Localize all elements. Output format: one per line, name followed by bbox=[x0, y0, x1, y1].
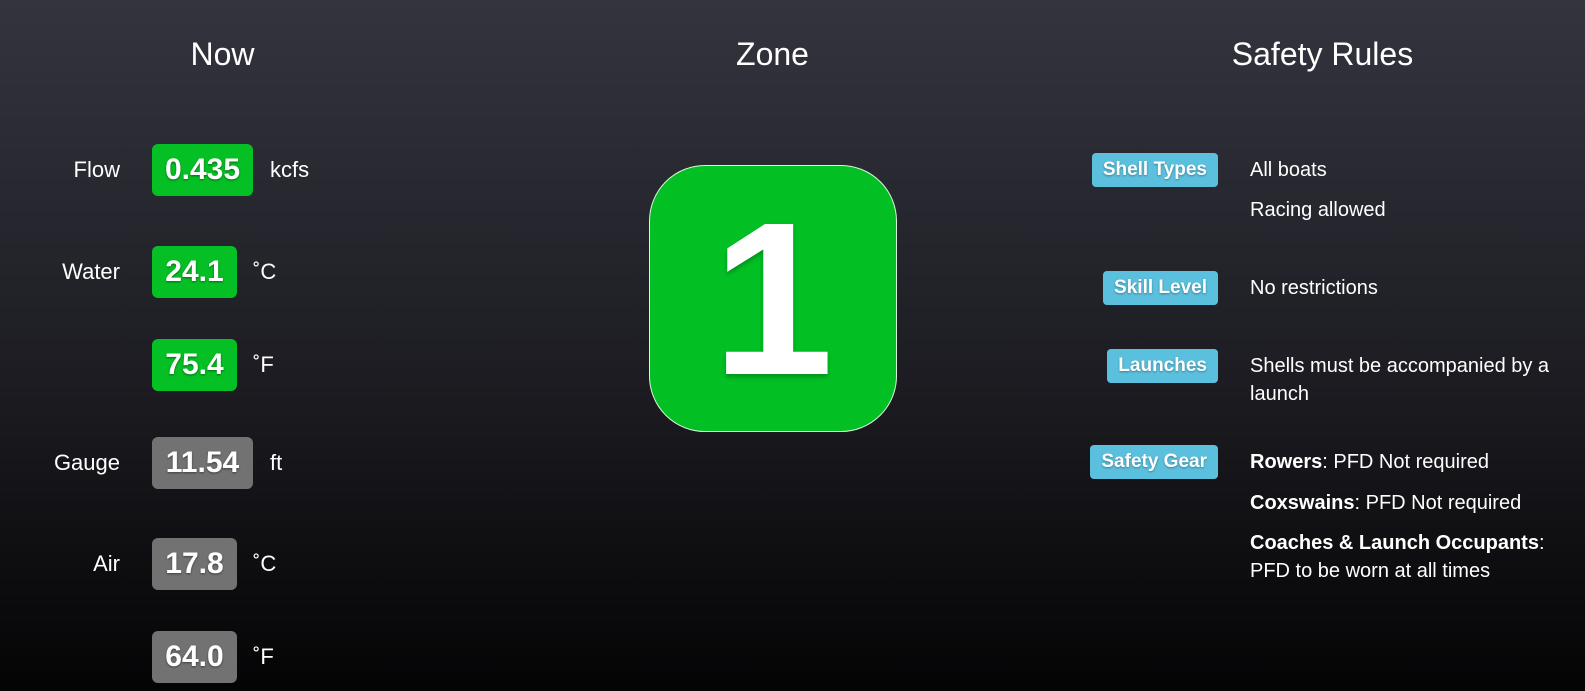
water-fahrenheit-value: 75.4 bbox=[152, 339, 237, 391]
air-fahrenheit-unit: ˚F bbox=[253, 644, 274, 669]
flow-unit: kcfs bbox=[270, 157, 310, 182]
skill-level-text: No restrictions bbox=[1250, 277, 1378, 299]
coxswains-label: Coxswains bbox=[1250, 492, 1355, 514]
skill-level-badge: Skill Level bbox=[1103, 271, 1218, 305]
launches-badge: Launches bbox=[1107, 349, 1218, 383]
gauge-unit: ft bbox=[270, 450, 283, 475]
shell-types-badge: Shell Types bbox=[1091, 153, 1218, 187]
coaches-gear-text: Coaches & Launch Occupants: PFD to be wo… bbox=[1250, 529, 1570, 585]
zone-heading: Zone bbox=[736, 36, 809, 72]
shell-types-line-2: Racing allowed bbox=[1250, 199, 1386, 221]
rowers-gear-text: Rowers: PFD Not required bbox=[1250, 448, 1570, 476]
shell-types-line-1: All boats bbox=[1250, 159, 1327, 181]
flow-label: Flow bbox=[73, 157, 120, 182]
safety-rules-heading: Safety Rules bbox=[1231, 36, 1414, 72]
rowers-requirement: : PFD Not required bbox=[1322, 451, 1489, 473]
launches-text: Shells must be accompanied by a launch bbox=[1250, 355, 1550, 405]
water-celsius-value: 24.1 bbox=[152, 246, 237, 298]
coxswains-gear-text: Coxswains: PFD Not required bbox=[1250, 489, 1570, 517]
coxswains-requirement: : PFD Not required bbox=[1354, 492, 1522, 514]
water-label: Water bbox=[62, 259, 120, 284]
gauge-value: 11.54 bbox=[152, 437, 253, 489]
air-celsius-value: 17.8 bbox=[152, 538, 237, 590]
flow-value: 0.435 bbox=[152, 144, 253, 196]
now-heading: Now bbox=[190, 36, 255, 72]
rowers-label: Rowers bbox=[1250, 451, 1323, 473]
gauge-label: Gauge bbox=[53, 450, 120, 475]
coaches-label: Coaches & Launch Occupants bbox=[1250, 532, 1539, 554]
water-celsius-unit: ˚C bbox=[253, 259, 277, 284]
zone-indicator: 1 bbox=[649, 165, 897, 432]
air-label: Air bbox=[93, 551, 120, 576]
safety-gear-badge: Safety Gear bbox=[1090, 445, 1218, 479]
air-celsius-unit: ˚C bbox=[253, 551, 277, 576]
water-fahrenheit-unit: ˚F bbox=[253, 352, 274, 377]
air-fahrenheit-value: 64.0 bbox=[152, 631, 237, 683]
